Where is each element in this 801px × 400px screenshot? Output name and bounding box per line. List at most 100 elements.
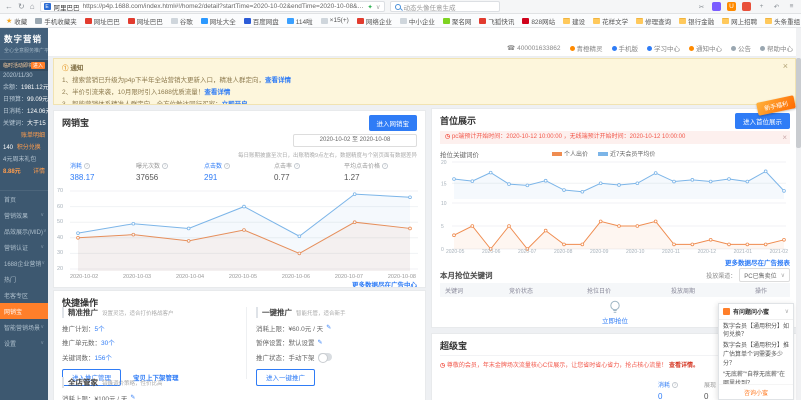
alert-icon[interactable] <box>742 2 751 11</box>
bid-more-data-link[interactable]: 更多数据尽在广告报表 <box>725 257 790 267</box>
sidebar-item-首页[interactable]: 首页 <box>0 191 48 207</box>
bookmark-item[interactable]: 百度网盘 <box>244 16 279 26</box>
edit-icon[interactable]: ✎ <box>318 339 323 346</box>
enter-top-position-button[interactable]: 进入首位展示 <box>735 113 790 129</box>
sidebar-item-品效展示(MID)[interactable]: 品效展示(MID)∨ <box>0 223 48 239</box>
topbar-link[interactable]: 手机版 <box>612 43 639 53</box>
table-column-header: 投放周期 <box>666 286 750 295</box>
url-text[interactable]: https://p4p.1688.com/index.html#!/home2/… <box>83 3 365 10</box>
page-scrollbar[interactable] <box>796 28 801 400</box>
edit-icon[interactable]: ✎ <box>326 324 331 331</box>
promo-detail-link[interactable]: 详情 <box>33 166 45 175</box>
topbar-link[interactable]: 帮助中心 <box>760 43 793 53</box>
bookmark-item[interactable]: 网上招聘 <box>722 16 757 26</box>
bookmark-item[interactable]: 飞狐快讯 <box>479 16 514 26</box>
topbar-link[interactable]: 通知中心 <box>689 43 722 53</box>
bookmark-item[interactable]: 头条重组 <box>765 16 800 26</box>
topbar-link[interactable]: ☎400001633862 <box>507 44 561 52</box>
notice-line-link[interactable]: 查看详情 <box>265 77 291 84</box>
bookmark-label: 网址巴巴 <box>137 16 163 26</box>
bill-detail-link[interactable]: 账单明细 <box>21 130 45 139</box>
chat-question[interactable]: 数字会员【通用积分】如何兑换？ <box>719 320 793 340</box>
topbar-link-label: 帮助中心 <box>767 43 793 53</box>
bookmark-item[interactable]: 114啦 <box>287 16 313 26</box>
bookmark-label: ×15(+) <box>330 17 349 24</box>
scissors-icon[interactable]: ✂ <box>697 2 706 11</box>
sidebar-item-营销认证[interactable]: 营销认证∨ <box>0 239 48 255</box>
metric-点击数[interactable]: 点击数 ?291 <box>204 161 230 182</box>
bookmark-item[interactable]: 谷歌 <box>171 16 193 26</box>
points-exchange-link[interactable]: 积分兑换 <box>17 145 41 151</box>
quick-row-label: 推广单元数： <box>62 337 101 347</box>
browser-search-box[interactable]: 动态头像任意生成 <box>390 1 500 12</box>
topbar-link-label: 手机版 <box>619 43 639 53</box>
address-bar[interactable]: E 阿里巴巴 https://p4p.1688.com/index.html#!… <box>40 1 385 12</box>
topbar-link[interactable]: 青橙精灵 <box>570 43 603 53</box>
chat-widget: 有问题问小蜜 ∨ 数字会员【通用积分】如何兑换？数字会员【通用积分】推广估算单个… <box>718 303 794 400</box>
scrollbar-thumb[interactable] <box>796 58 801 148</box>
sidebar-item-老客专区[interactable]: 老客专区 <box>0 287 48 303</box>
bookmark-item[interactable]: 花样文学 <box>593 16 628 26</box>
bookmark-item[interactable]: ×15(+) <box>321 17 349 24</box>
shield-icon[interactable]: U <box>727 2 736 11</box>
plugin-icon[interactable]: ✦ <box>367 3 372 11</box>
bookmark-item[interactable]: 828网站 <box>522 16 555 26</box>
caret-down-icon[interactable]: ∨ <box>376 3 381 11</box>
channel-select[interactable]: PC已售卖位 ∨ <box>739 268 790 282</box>
banner-action-button[interactable]: 进入 <box>31 62 45 69</box>
home-icon[interactable]: ⌂ <box>30 1 35 13</box>
bookmark-item[interactable]: 网络企业 <box>357 16 392 26</box>
metric-平均点击价格[interactable]: 平均点击价格 ?1.27 <box>344 161 388 182</box>
site-icon <box>357 18 364 24</box>
bookmark-label: 花样文学 <box>602 16 628 26</box>
more-data-link[interactable]: 更多数据尽在广告中心 <box>352 279 417 288</box>
bookmark-item[interactable]: 聚名网 <box>443 16 472 26</box>
info-icon: ? <box>294 163 300 169</box>
bookmark-item[interactable]: 网址大全 <box>201 16 236 26</box>
metric-点击率[interactable]: 点击率 ?0.77 <box>274 161 300 182</box>
chevron-down-icon: ∨ <box>40 340 44 346</box>
metric-曝光次数[interactable]: 曝光次数 ?37656 <box>136 161 168 182</box>
topbar-link[interactable]: 学习中心 <box>647 43 680 53</box>
chaojibao-alert-link[interactable]: 查看详情。 <box>669 363 699 369</box>
date-range-picker[interactable]: 2020-10-02 至 2020-10-08 <box>293 134 417 147</box>
edit-icon[interactable]: ✎ <box>130 394 135 400</box>
collapse-icon[interactable]: ∨ <box>785 308 789 315</box>
notice-line-link[interactable]: 查看详情 <box>204 89 230 96</box>
bookmark-item[interactable]: 网址巴巴 <box>85 16 120 26</box>
undo-icon[interactable]: ↶ <box>772 2 781 11</box>
bookmark-item[interactable]: 建设 <box>563 16 585 26</box>
add-icon[interactable]: + <box>757 2 766 11</box>
extension-icon[interactable] <box>712 2 721 11</box>
chat-consult-link[interactable]: 咨询小蜜 <box>719 384 793 399</box>
back-icon[interactable]: ← <box>5 1 13 13</box>
metric-消耗[interactable]: 消耗 ?0 <box>658 380 678 400</box>
bookmark-item[interactable]: 中小企业 <box>400 16 435 26</box>
sidebar-banner[interactable]: 临时活动即将下架 进入 <box>0 60 48 71</box>
bookmark-item[interactable]: 网址巴巴 <box>128 16 163 26</box>
bookmark-item[interactable]: 手机收藏夹 <box>35 16 77 26</box>
sidebar-item-热门[interactable]: 热门 <box>0 271 48 287</box>
alert-close-icon[interactable]: × <box>782 133 787 142</box>
chat-question[interactable]: 数字会员【通用积分】推广估算单个词需要多少分？ <box>719 340 793 369</box>
topbar-link[interactable]: 公告 <box>731 43 751 53</box>
sidebar-menu: 首页营销效果∨品效展示(MID)∨营销认证∨1688企业营销∨热门老客专区网销宝… <box>0 190 48 351</box>
bookmark-item[interactable]: 修理查询 <box>636 16 671 26</box>
site-icon <box>128 18 135 24</box>
sidebar-item-智能营销场景[interactable]: 智能营销场景∨ <box>0 319 48 335</box>
bookmark-item[interactable]: ★收藏 <box>6 16 27 26</box>
sidebar-item-1688企业营销[interactable]: 1688企业营销∨ <box>0 255 48 271</box>
sidebar-item-网销宝[interactable]: 网销宝 <box>0 303 48 319</box>
sidebar-item-设置[interactable]: 设置∨ <box>0 335 48 351</box>
promo-status-toggle[interactable] <box>318 353 332 361</box>
sidebar-item-营销效果[interactable]: 营销效果∨ <box>0 207 48 223</box>
menu-icon[interactable]: ≡ <box>787 2 796 11</box>
bid-x-tick: 2020-07 <box>518 249 536 255</box>
enter-wangxiaobao-button[interactable]: 进入网销宝 <box>369 115 418 131</box>
metric-消耗[interactable]: 消耗 ?388.17 <box>70 161 94 182</box>
notice-line-link[interactable]: 立即开启 <box>222 101 248 105</box>
notice-close-icon[interactable]: × <box>783 61 788 71</box>
refresh-icon[interactable]: ↻ <box>18 1 25 13</box>
chat-header[interactable]: 有问题问小蜜 ∨ <box>719 304 793 320</box>
bookmark-item[interactable]: 银行金融 <box>679 16 714 26</box>
